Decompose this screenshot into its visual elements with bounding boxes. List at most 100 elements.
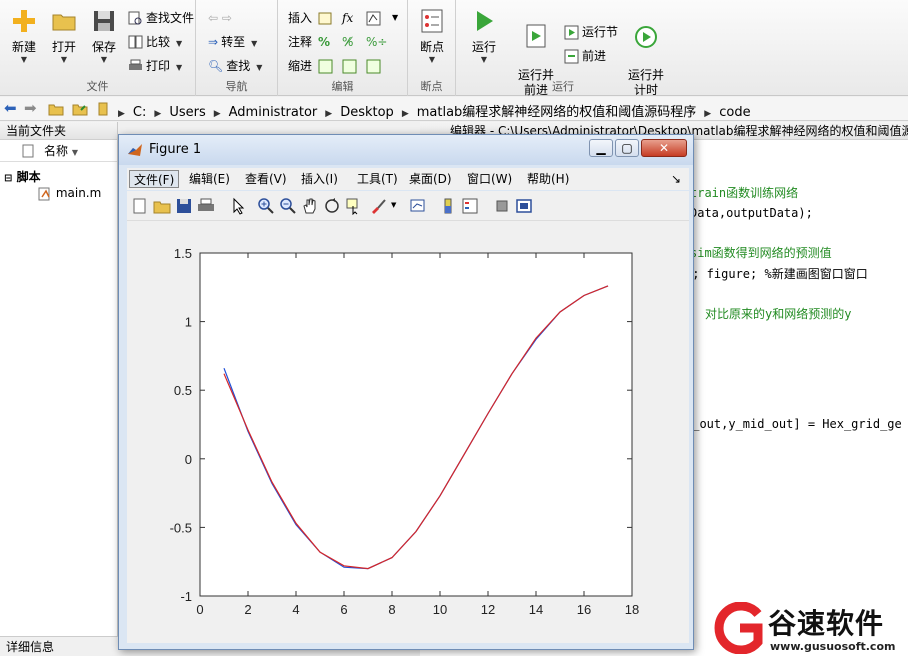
- folder-up-icon[interactable]: [48, 101, 64, 117]
- figure-menu-item[interactable]: 桌面(D): [405, 170, 456, 188]
- insert-more-dropdown[interactable]: ▼: [392, 8, 398, 28]
- figure-menubar: 文件(F) 编辑(E) 查看(V) 插入(I) 工具(T) 桌面(D) 窗口(W) 帮助(H)…: [127, 168, 689, 190]
- figure-canvas[interactable]: 0 2 4 6 8 10 12 14 16 18 -1 -0.5 0 0.5 1 1.5: [127, 221, 689, 643]
- breadcrumb-item[interactable]: Users: [169, 105, 205, 120]
- brush-dropdown-icon[interactable]: ▼: [391, 201, 396, 209]
- plot-area: [199, 252, 633, 597]
- zoom-out-icon[interactable]: [279, 197, 297, 215]
- compare-button[interactable]: 比较 ▼: [128, 32, 182, 52]
- collapse-icon: ⊟: [4, 173, 13, 184]
- breadcrumb-separator-icon[interactable]: ▶: [704, 109, 711, 119]
- wrap-comment-button[interactable]: %÷: [366, 32, 387, 52]
- comment-button[interactable]: 注释: [288, 32, 312, 52]
- navigate-group-title: 导航: [225, 80, 248, 93]
- edit-group-title: 编辑: [331, 80, 354, 93]
- details-panel-label[interactable]: 详细信息: [0, 636, 118, 656]
- close-button[interactable]: ✕: [641, 139, 687, 157]
- figure-menu-item[interactable]: 查看(V): [241, 170, 291, 188]
- figure-menu-item[interactable]: 窗口(W): [463, 170, 516, 188]
- chevron-down-icon: ▼: [428, 55, 436, 64]
- compare-label: 比较: [146, 35, 171, 49]
- link-plot-icon[interactable]: [409, 197, 427, 215]
- current-folder-panel: 当前文件夹 名称 ▼ ⊟ 脚本 main.m 详细信息: [0, 122, 118, 656]
- indent-button[interactable]: 缩进: [288, 56, 312, 76]
- browse-folder-icon[interactable]: [72, 101, 88, 117]
- figure-menu-item[interactable]: 帮助(H): [523, 170, 573, 188]
- breakpoints-group-title: 断点: [420, 80, 443, 93]
- zoom-in-icon[interactable]: [257, 197, 275, 215]
- run-section-button[interactable]: 运行节: [564, 22, 618, 42]
- find-button[interactable]: 🔍︎ 查找 ▼: [208, 56, 262, 76]
- open-button[interactable]: 打开 ▼: [44, 8, 84, 64]
- comment-percent-button[interactable]: %: [318, 32, 330, 52]
- figure-menu-item[interactable]: 文件(F): [129, 170, 180, 188]
- figure-menu-item[interactable]: 工具(T): [353, 170, 402, 188]
- x-tick-label: 0: [196, 602, 203, 617]
- uncomment-button[interactable]: %̸: [342, 32, 353, 52]
- figure-window[interactable]: Figure 1 ▁ ▢ ✕ 文件(F) 编辑(E) 查看(V) 插入(I) 工具(T)…: [118, 134, 694, 650]
- breadcrumb-item[interactable]: Desktop: [340, 105, 394, 120]
- goto-button[interactable]: ⇒ 转至 ▼: [208, 32, 257, 52]
- figure-menu-item[interactable]: 编辑(E): [185, 170, 234, 188]
- breadcrumb-item[interactable]: code: [719, 105, 750, 120]
- breadcrumb-separator-icon[interactable]: ▶: [118, 109, 125, 119]
- insert-plot-button[interactable]: [366, 8, 384, 28]
- chevron-down-icon: ▼: [480, 55, 488, 64]
- chevron-down-icon: ▼: [60, 55, 68, 64]
- open-file-icon[interactable]: [153, 197, 171, 215]
- x-tick-label: 10: [433, 602, 447, 617]
- breadcrumb-separator-icon[interactable]: ▶: [214, 109, 221, 119]
- rotate-3d-icon[interactable]: [323, 197, 341, 215]
- wrap-comment-icon: %÷: [366, 35, 388, 49]
- breadcrumb-separator-icon[interactable]: ▶: [154, 109, 161, 119]
- goto-arrow-icon: ⇒: [208, 35, 219, 49]
- decrease-indent-button[interactable]: [342, 56, 360, 76]
- insert-function-button[interactable]: fx: [342, 8, 353, 28]
- insert-button[interactable]: 插入: [288, 8, 312, 28]
- advance-icon: [564, 49, 579, 64]
- brush-icon[interactable]: [369, 197, 387, 215]
- insert-section-button[interactable]: [318, 8, 336, 28]
- new-figure-icon[interactable]: [131, 197, 149, 215]
- breadcrumb-item[interactable]: Administrator: [229, 105, 318, 120]
- colorbar-icon[interactable]: [439, 197, 457, 215]
- code-line: 对比原来的y和网络预测的y: [705, 307, 852, 321]
- breadcrumb-item[interactable]: matlab编程求解神经网络的权值和阈值源码程序: [417, 105, 697, 120]
- print-figure-icon[interactable]: [197, 197, 215, 215]
- find-files-icon: [128, 11, 142, 25]
- minimize-button[interactable]: ▁: [589, 139, 613, 157]
- name-column-header[interactable]: 名称 ▼: [0, 140, 117, 162]
- chevron-down-icon: ▼: [256, 63, 263, 72]
- dock-arrow-icon[interactable]: ↘: [667, 170, 685, 188]
- advance-button[interactable]: 前进: [564, 46, 606, 66]
- print-button[interactable]: 打印 ▼: [128, 56, 182, 76]
- run-advance-icon: [526, 24, 546, 48]
- breakpoints-button[interactable]: 断点 ▼: [412, 8, 452, 64]
- save-button[interactable]: 保存 ▼: [84, 8, 124, 64]
- save-figure-icon[interactable]: [175, 197, 193, 215]
- find-files-button[interactable]: 查找文件: [128, 8, 194, 28]
- file-main-m[interactable]: main.m: [38, 186, 101, 201]
- back-arrow-icon[interactable]: ⬅: [4, 99, 17, 117]
- scripts-section[interactable]: ⊟ 脚本: [4, 168, 41, 185]
- breadcrumb-separator-icon[interactable]: ▶: [325, 109, 332, 119]
- figure-titlebar[interactable]: Figure 1 ▁ ▢ ✕: [119, 135, 693, 165]
- back-forward-buttons[interactable]: ⇦ ⇨: [208, 8, 232, 28]
- show-plot-tools-icon[interactable]: [515, 197, 533, 215]
- pan-hand-icon[interactable]: [301, 197, 319, 215]
- figure-menu-item[interactable]: 插入(I): [297, 170, 342, 188]
- forward-arrow-icon[interactable]: ➡: [24, 99, 37, 117]
- legend-icon[interactable]: [461, 197, 479, 215]
- breadcrumb-separator-icon[interactable]: ▶: [402, 109, 409, 119]
- increase-indent-button[interactable]: [366, 56, 384, 76]
- edit-plot-arrow-icon[interactable]: [229, 197, 247, 215]
- run-button[interactable]: 运行 ▼: [464, 8, 504, 64]
- data-cursor-icon[interactable]: [345, 197, 363, 215]
- new-button[interactable]: 新建 ▼: [4, 8, 44, 64]
- hide-plot-tools-icon[interactable]: [493, 197, 511, 215]
- maximize-button[interactable]: ▢: [615, 139, 639, 157]
- smart-indent-button[interactable]: [318, 56, 336, 76]
- y-tick-label: 1: [185, 315, 192, 330]
- code-line: ); figure; %新建画图窗口窗口: [685, 267, 868, 281]
- breadcrumb-item[interactable]: C:: [133, 105, 146, 120]
